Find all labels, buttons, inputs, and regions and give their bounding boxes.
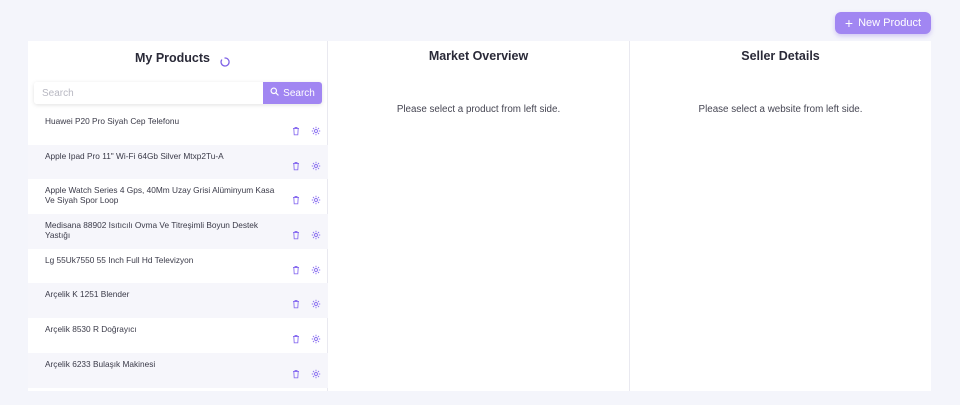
spinner-icon bbox=[220, 54, 230, 67]
item-actions bbox=[291, 296, 321, 309]
list-item[interactable]: Arçelik 6233 Bulaşık Makinesi bbox=[28, 352, 328, 388]
products-header: My Products bbox=[28, 51, 327, 67]
search-icon bbox=[270, 87, 279, 99]
list-item[interactable]: Huawei P20 Pro Siyah Cep Telefonu bbox=[28, 110, 328, 145]
gear-icon[interactable] bbox=[311, 227, 321, 240]
search-bar: Search bbox=[34, 82, 322, 104]
market-empty-message: Please select a product from left side. bbox=[396, 104, 561, 115]
trash-icon[interactable] bbox=[291, 262, 301, 274]
item-actions bbox=[291, 331, 321, 344]
search-button-label: Search bbox=[283, 87, 315, 99]
item-actions bbox=[291, 366, 321, 379]
list-item[interactable]: Lg 55Uk7550 55 Inch Full Hd Televizyon bbox=[28, 249, 328, 284]
product-name: Arçelik 6233 Bulaşık Makinesi bbox=[45, 358, 156, 369]
search-input[interactable] bbox=[34, 82, 263, 104]
list-item[interactable]: Arçelik K 1251 Blender bbox=[28, 283, 328, 319]
top-bar: + New Product bbox=[0, 0, 960, 40]
item-actions bbox=[291, 123, 321, 136]
product-name: Arçelik 8530 R Doğrayıcı bbox=[45, 324, 137, 335]
list-item[interactable]: Arçelik 8530 R Doğrayıcı bbox=[28, 318, 328, 353]
gear-icon[interactable] bbox=[311, 296, 321, 309]
products-column: My Products Search Huawei P20 Pro Siyah … bbox=[28, 41, 328, 391]
product-name: Apple Ipad Pro 11" Wi-Fi 64Gb Silver Mtx… bbox=[45, 150, 224, 161]
products-title: My Products bbox=[134, 51, 210, 65]
gear-icon[interactable] bbox=[311, 331, 321, 344]
new-product-button[interactable]: + New Product bbox=[835, 12, 931, 34]
market-overview-column: Market Overview Please select a product … bbox=[328, 41, 630, 391]
product-name: Medisana 88902 Isıtıcılı Ovma Ve Titreşi… bbox=[45, 220, 259, 241]
new-product-label: New Product bbox=[858, 17, 922, 29]
seller-details-column: Seller Details Please select a website f… bbox=[630, 41, 931, 391]
product-name: Arçelik K 1251 Blender bbox=[45, 289, 130, 300]
market-overview-title: Market Overview bbox=[428, 49, 529, 63]
product-list: Huawei P20 Pro Siyah Cep Telefonu Apple … bbox=[28, 110, 328, 388]
main-panel: My Products Search Huawei P20 Pro Siyah … bbox=[28, 41, 931, 391]
gear-icon[interactable] bbox=[311, 366, 321, 379]
plus-icon: + bbox=[844, 14, 854, 31]
gear-icon[interactable] bbox=[311, 192, 321, 205]
item-actions bbox=[291, 262, 321, 274]
gear-icon[interactable] bbox=[311, 262, 321, 274]
trash-icon[interactable] bbox=[291, 158, 301, 170]
trash-icon[interactable] bbox=[291, 366, 301, 379]
item-actions bbox=[291, 227, 321, 240]
list-item[interactable]: Apple Watch Series 4 Gps, 40Mm Uzay Gris… bbox=[28, 179, 328, 214]
product-name: Apple Watch Series 4 Gps, 40Mm Uzay Gris… bbox=[45, 185, 275, 206]
trash-icon[interactable] bbox=[291, 123, 301, 136]
gear-icon[interactable] bbox=[311, 158, 321, 170]
gear-icon[interactable] bbox=[311, 123, 321, 136]
item-actions bbox=[291, 192, 321, 205]
list-item[interactable]: Apple Ipad Pro 11" Wi-Fi 64Gb Silver Mtx… bbox=[28, 144, 328, 180]
trash-icon[interactable] bbox=[291, 227, 301, 240]
trash-icon[interactable] bbox=[291, 296, 301, 309]
trash-icon[interactable] bbox=[291, 192, 301, 205]
item-actions bbox=[291, 158, 321, 170]
seller-empty-message: Please select a website from left side. bbox=[698, 104, 863, 115]
search-button[interactable]: Search bbox=[263, 82, 322, 104]
trash-icon[interactable] bbox=[291, 331, 301, 344]
product-name: Huawei P20 Pro Siyah Cep Telefonu bbox=[45, 116, 180, 126]
list-item[interactable]: Medisana 88902 Isıtıcılı Ovma Ve Titreşi… bbox=[28, 214, 328, 249]
seller-details-title: Seller Details bbox=[741, 49, 820, 63]
product-name: Lg 55Uk7550 55 Inch Full Hd Televizyon bbox=[45, 254, 194, 265]
